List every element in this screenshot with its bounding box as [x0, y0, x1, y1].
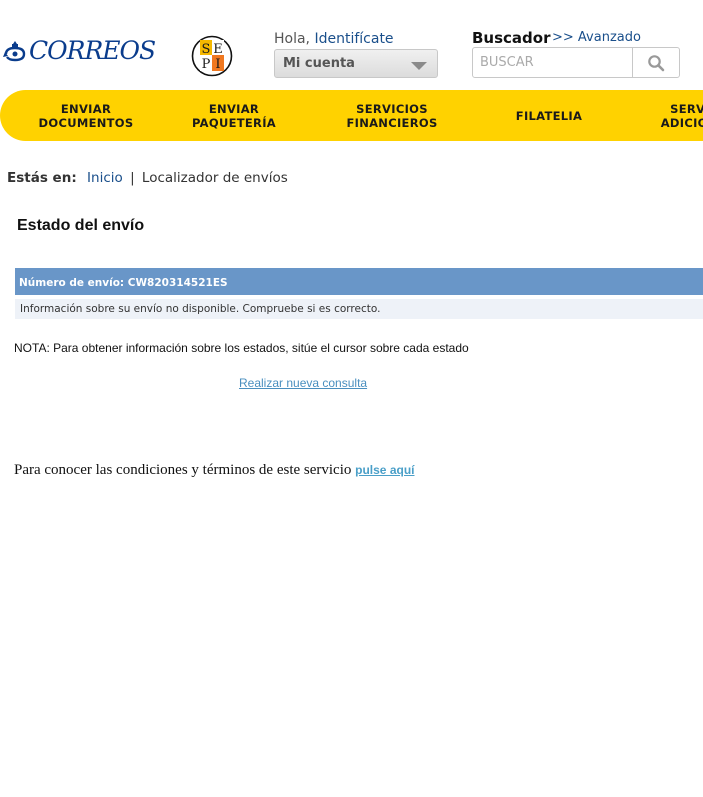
advanced-search-link[interactable]: >> Avanzado [552, 30, 641, 45]
greeting: Hola, Identifícate [274, 31, 394, 47]
nav-item-filatelia[interactable]: FILATELIA [483, 90, 615, 141]
page-title: Estado del envío [17, 217, 145, 234]
sepi-letter: S [202, 42, 211, 57]
breadcrumb-home-link[interactable]: Inicio [87, 170, 123, 186]
nav-item-enviar-paqueteria[interactable]: ENVIAR PAQUETERÍA [168, 90, 300, 141]
search-box [472, 47, 680, 78]
sepi-letter: E [213, 42, 223, 57]
correos-logo[interactable]: CORREOS [3, 36, 156, 66]
sepi-letter: P [202, 57, 211, 72]
page: CORREOS S E P I Hola, Identifícate Mi cu… [0, 0, 703, 797]
nav-item-servicios-financieros[interactable]: SERVICIOS FINANCIEROS [326, 90, 458, 141]
nav-item-servicios-adicionales[interactable]: SERVICIOS ADICIONALES [640, 90, 703, 141]
account-select[interactable]: Mi cuenta [274, 49, 438, 78]
breadcrumb-separator: | [130, 170, 135, 186]
sepi-letter: I [215, 57, 220, 72]
shipment-number-header: Número de envío: CW820314521ES [15, 268, 703, 297]
brand-name: CORREOS [29, 36, 156, 65]
terms-link[interactable]: pulse aquí [355, 463, 414, 477]
shipment-status-message: Información sobre su envío no disponible… [15, 299, 703, 319]
post-horn-icon [3, 41, 26, 62]
new-query-link[interactable]: Realizar nueva consulta [239, 376, 367, 390]
account-select-label: Mi cuenta [283, 56, 355, 71]
main-nav: ENVIAR DOCUMENTOS ENVIAR PAQUETERÍA SERV… [0, 90, 703, 141]
terms-label: Para conocer las condiciones y términos … [14, 462, 352, 478]
login-link[interactable]: Identifícate [314, 31, 393, 47]
search-icon [648, 54, 665, 71]
chevron-down-icon [411, 62, 427, 70]
search-title: Buscador [472, 29, 551, 47]
breadcrumb: Estás en: Inicio | Localizador de envíos [7, 170, 288, 186]
nav-item-enviar-documentos[interactable]: ENVIAR DOCUMENTOS [20, 90, 152, 141]
breadcrumb-label: Estás en: [7, 170, 77, 186]
search-button[interactable] [632, 48, 679, 77]
breadcrumb-current: Localizador de envíos [141, 170, 288, 186]
terms-text: Para conocer las condiciones y términos … [14, 462, 414, 479]
greeting-text: Hola, [274, 31, 311, 47]
search-input[interactable] [473, 48, 633, 77]
status-note: NOTA: Para obtener información sobre los… [14, 341, 469, 355]
sepi-logo[interactable]: S E P I [191, 35, 233, 77]
